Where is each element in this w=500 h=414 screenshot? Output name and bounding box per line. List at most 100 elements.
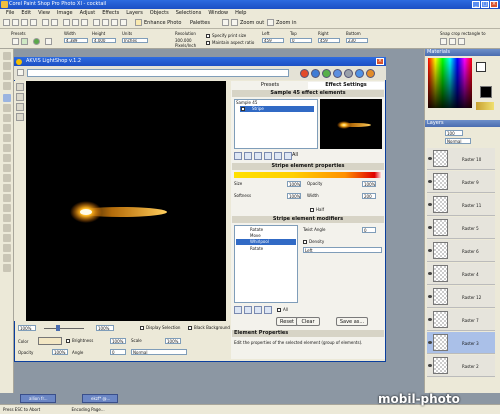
- enhance-photo-icon[interactable]: [135, 19, 142, 26]
- visibility-icon[interactable]: [428, 272, 432, 275]
- reset-button[interactable]: Reset: [276, 317, 298, 326]
- apply-icon[interactable]: [21, 38, 28, 45]
- undo-icon[interactable]: [42, 19, 49, 26]
- menu-adjust[interactable]: Adjust: [80, 9, 96, 17]
- preset-shape-tool-icon[interactable]: [3, 244, 11, 252]
- blend-mode-select[interactable]: Normal: [131, 349, 187, 355]
- foreground-color-swatch[interactable]: [480, 86, 492, 98]
- lightshop-zoom-tool-icon[interactable]: [16, 93, 24, 101]
- copy-icon[interactable]: [72, 19, 79, 26]
- lightshop-back-icon[interactable]: [311, 69, 320, 78]
- add-element-icon[interactable]: [234, 152, 242, 160]
- group-element-icon[interactable]: [264, 152, 272, 160]
- print-icon[interactable]: [30, 19, 37, 26]
- width-field-plugin[interactable]: 200: [362, 193, 376, 199]
- fill-tool-icon[interactable]: [3, 214, 11, 222]
- crop-tool-icon[interactable]: [3, 94, 11, 102]
- pan-tool-icon[interactable]: [3, 52, 11, 60]
- menu-window[interactable]: Window: [208, 9, 228, 17]
- density-checkbox[interactable]: [303, 240, 307, 244]
- cut-icon[interactable]: [63, 19, 70, 26]
- gradient-swatch[interactable]: [476, 102, 494, 110]
- lightshop-save-icon[interactable]: [322, 69, 331, 78]
- image-info-icon[interactable]: [93, 19, 100, 26]
- open-file-icon[interactable]: [12, 19, 19, 26]
- top-field[interactable]: 0: [290, 38, 312, 43]
- brightness-checkbox[interactable]: [66, 339, 70, 343]
- modifier-whirlpool[interactable]: Whirlpool: [236, 239, 296, 245]
- lighten-darken-tool-icon[interactable]: [3, 194, 11, 202]
- move-tool-icon[interactable]: [3, 104, 11, 112]
- visibility-icon[interactable]: [428, 341, 432, 344]
- palettes-button[interactable]: Palettes: [190, 19, 210, 27]
- visibility-icon[interactable]: [428, 364, 432, 367]
- lightshop-move-tool-icon[interactable]: [16, 103, 24, 111]
- text-tool-icon[interactable]: [3, 234, 11, 242]
- menu-selections[interactable]: Selections: [176, 9, 202, 17]
- maximize-button[interactable]: □: [481, 1, 489, 8]
- crop-icon[interactable]: [45, 38, 52, 45]
- softness-field[interactable]: 100%: [287, 193, 301, 199]
- eraser-tool-icon[interactable]: [3, 204, 11, 212]
- zoom-out-button[interactable]: Zoom out: [240, 19, 264, 27]
- straighten-tool-icon[interactable]: [3, 82, 11, 90]
- twist-angle-field[interactable]: 0: [362, 227, 376, 233]
- visibility-icon[interactable]: [428, 249, 432, 252]
- clear-button[interactable]: Clear: [296, 317, 320, 326]
- lightshop-close-button[interactable]: ×: [376, 58, 384, 65]
- tab-presets[interactable]: Presets: [232, 82, 308, 89]
- height-field[interactable]: 4.000: [92, 38, 116, 43]
- enhance-photo-button[interactable]: Enhance Photo: [144, 19, 181, 27]
- modifier-down-icon[interactable]: [264, 306, 272, 314]
- lightshop-preset-field[interactable]: [27, 69, 289, 77]
- display-selection-checkbox[interactable]: [140, 326, 144, 330]
- deform-tool-icon[interactable]: [3, 72, 11, 80]
- menu-layers[interactable]: Layers: [126, 9, 143, 17]
- visibility-icon[interactable]: [428, 318, 432, 321]
- snap-icon-3[interactable]: [458, 38, 465, 45]
- tree-stripe-item[interactable]: Stripe: [240, 106, 314, 112]
- all-modifiers-checkbox[interactable]: [277, 308, 281, 312]
- zoom-in-icon[interactable]: [267, 19, 274, 26]
- pen-tool-icon[interactable]: [3, 254, 11, 262]
- lightshop-load-icon[interactable]: [333, 69, 342, 78]
- half-checkbox[interactable]: [310, 208, 314, 212]
- zoom-slider-track[interactable]: [44, 328, 84, 329]
- modifier-rotate-2[interactable]: Rotate: [236, 246, 263, 251]
- modifier-move[interactable]: Move: [236, 233, 261, 238]
- color-spectrum[interactable]: [428, 58, 472, 108]
- menu-effects[interactable]: Effects: [102, 9, 119, 17]
- canvas-icon[interactable]: [111, 19, 118, 26]
- visibility-icon[interactable]: [428, 295, 432, 298]
- lightshop-settings-icon[interactable]: [344, 69, 353, 78]
- zoom-select-2[interactable]: 100%: [96, 325, 114, 331]
- color-swatch[interactable]: [38, 337, 62, 345]
- maintain-aspect-checkbox[interactable]: [206, 41, 210, 45]
- doc-tab-1[interactable]: allion fr...: [20, 394, 56, 403]
- save-icon[interactable]: [21, 19, 28, 26]
- move-down-icon[interactable]: [284, 152, 292, 160]
- visibility-icon[interactable]: [428, 180, 432, 183]
- modifier-up-icon[interactable]: [254, 306, 262, 314]
- close-button[interactable]: ×: [490, 1, 498, 8]
- width-field[interactable]: 4.389: [64, 38, 88, 43]
- angle-field[interactable]: 0: [110, 349, 126, 355]
- menu-view[interactable]: View: [38, 9, 50, 17]
- lightshop-about-icon[interactable]: [366, 69, 375, 78]
- clone-tool-icon[interactable]: [3, 154, 11, 162]
- opacity2-field[interactable]: 100%: [52, 349, 68, 355]
- ok-icon[interactable]: [33, 38, 40, 45]
- visibility-icon[interactable]: [428, 226, 432, 229]
- lightshop-menu-icon[interactable]: [17, 69, 24, 76]
- menu-help[interactable]: Help: [235, 9, 246, 17]
- add-modifier-icon[interactable]: [234, 306, 242, 314]
- opacity-field[interactable]: 100%: [362, 181, 376, 187]
- color-gradient-bar[interactable]: [234, 172, 382, 178]
- resize-icon[interactable]: [102, 19, 109, 26]
- zoom-slider-thumb[interactable]: [56, 325, 60, 331]
- delete-element-icon[interactable]: [244, 152, 252, 160]
- lightshop-rotate-tool-icon[interactable]: [16, 113, 24, 121]
- minimize-button[interactable]: _: [472, 1, 480, 8]
- scale-field[interactable]: 100%: [165, 338, 181, 344]
- visibility-icon[interactable]: [428, 203, 432, 206]
